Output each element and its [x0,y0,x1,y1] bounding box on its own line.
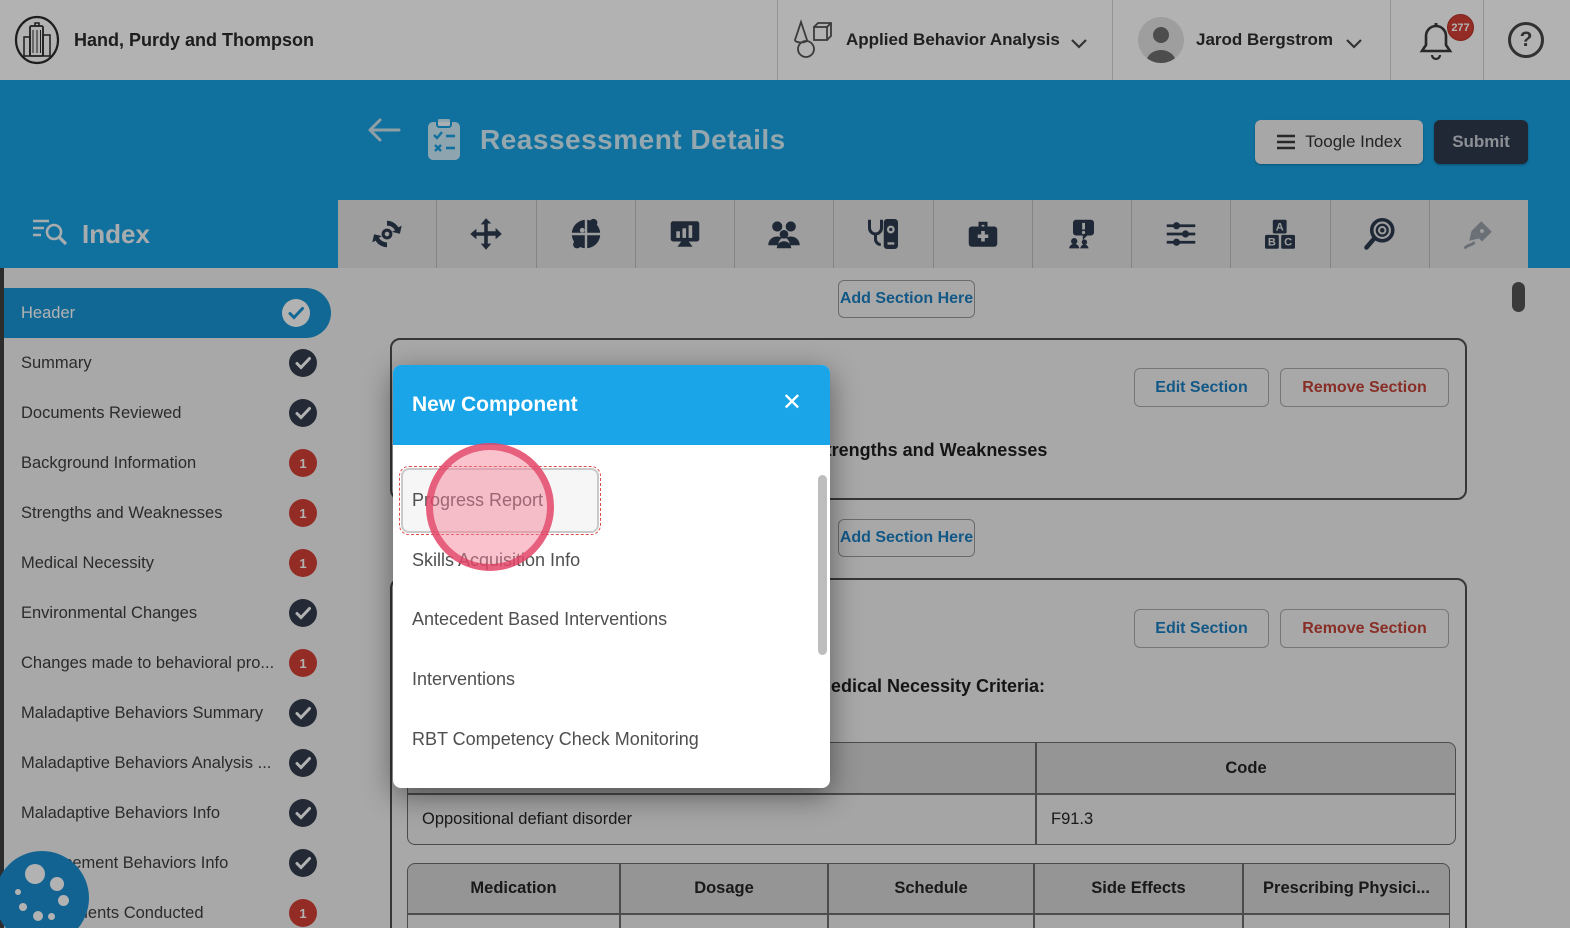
modal-scrollbar-thumb[interactable] [818,475,827,655]
component-option-interventions[interactable]: Interventions [412,669,515,690]
close-icon[interactable]: ✕ [782,391,802,415]
modal-title: New Component [412,393,578,416]
new-component-modal: New Component ✕ Progress Report Skills A… [393,365,830,788]
component-option-rbt-competency[interactable]: RBT Competency Check Monitoring [412,729,699,750]
component-option-antecedent-interventions[interactable]: Antecedent Based Interventions [412,609,667,630]
app-root: Hand, Purdy and Thompson Applied Behavio… [0,0,1570,928]
click-indicator-ring [426,443,554,571]
